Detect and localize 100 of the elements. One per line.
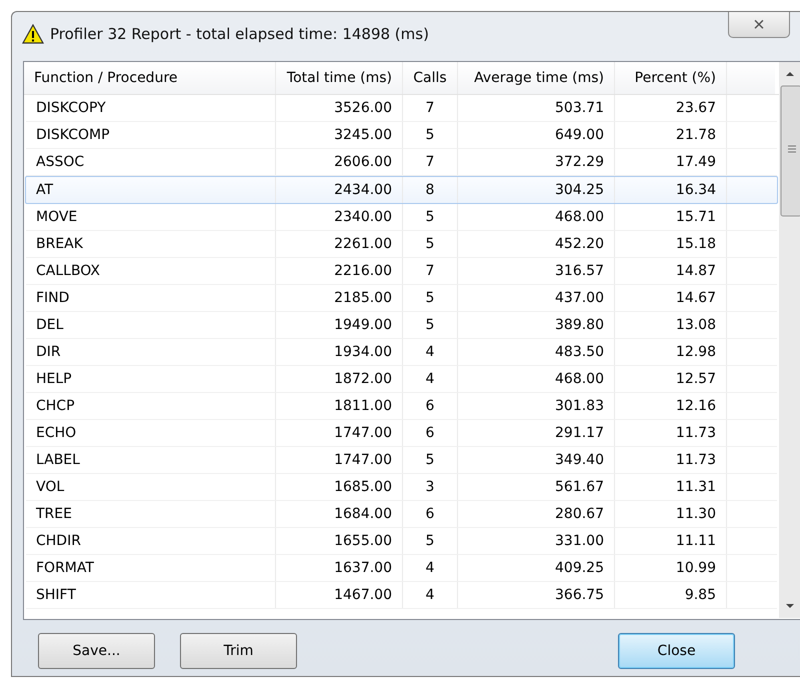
table-cell: SHIFT (26, 582, 276, 608)
table-cell: 331.00 (458, 528, 615, 554)
table-row[interactable]: VOL 1685.00 3 561.67 11.31 (26, 474, 777, 501)
table-cell: 280.67 (458, 501, 615, 527)
table-cell: VOL (26, 474, 276, 500)
table-cell: 4 (403, 555, 458, 581)
table-row[interactable]: TREE 1684.00 6 280.67 11.30 (26, 501, 777, 528)
table-row[interactable]: ECHO 1747.00 6 291.17 11.73 (26, 420, 777, 447)
table-cell: 6 (403, 501, 458, 527)
table-cell: 13.08 (615, 312, 727, 338)
table-cell: 5 (403, 312, 458, 338)
column-header[interactable]: Percent (%) (615, 62, 727, 94)
table-cell: 349.40 (458, 447, 615, 473)
table-row[interactable]: DEL 1949.00 5 389.80 13.08 (26, 312, 777, 339)
table-cell: 14.67 (615, 285, 727, 311)
table-cell: 5 (403, 204, 458, 230)
table-cell: 12.98 (615, 339, 727, 365)
table-cell: 11.73 (615, 447, 727, 473)
table-cell: FORMAT (26, 555, 276, 581)
table-cell: 4 (403, 582, 458, 608)
selected-row[interactable]: AT 2434.00 8 304.25 16.34 (25, 176, 778, 204)
table-row[interactable]: HELP 1872.00 4 468.00 12.57 (26, 366, 777, 393)
column-header[interactable]: Total time (ms) (276, 62, 403, 94)
table-row[interactable]: DISKCOPY 3526.00 7 503.71 23.67 (26, 95, 777, 122)
table-cell: DISKCOPY (26, 95, 276, 121)
table-cell: TREE (26, 501, 276, 527)
save-button[interactable]: Save... (38, 633, 155, 669)
trim-button[interactable]: Trim (180, 633, 297, 669)
table-cell: 1747.00 (276, 420, 403, 446)
table-row[interactable]: SHIFT 1467.00 4 366.75 9.85 (26, 582, 777, 609)
table-row[interactable]: LABEL 1747.00 5 349.40 11.73 (26, 447, 777, 474)
table-row[interactable]: FORMAT 1637.00 4 409.25 10.99 (26, 555, 777, 582)
table-cell: CHCP (26, 393, 276, 419)
table-cell: 6 (403, 393, 458, 419)
table-cell: BREAK (26, 231, 276, 257)
table-cell: 3 (403, 474, 458, 500)
table-cell: 7 (403, 149, 458, 175)
table-cell: 9.85 (615, 582, 727, 608)
table-cell: 483.50 (458, 339, 615, 365)
table-row[interactable]: DISKCOMP 3245.00 5 649.00 21.78 (26, 122, 777, 149)
table-cell: 2606.00 (276, 149, 403, 175)
table-cell: MOVE (26, 204, 276, 230)
warning-icon (22, 24, 44, 44)
table-cell: 1684.00 (276, 501, 403, 527)
table-cell: 503.71 (458, 95, 615, 121)
table-row[interactable]: BREAK 2261.00 5 452.20 15.18 (26, 231, 777, 258)
column-header[interactable]: Function / Procedure (24, 62, 276, 94)
table-cell: DISKCOMP (26, 122, 276, 148)
table-cell: 17.49 (615, 149, 727, 175)
table-cell: 5 (403, 122, 458, 148)
table-cell: 2185.00 (276, 285, 403, 311)
table-cell: 304.25 (458, 177, 615, 203)
table-cell: 11.73 (615, 420, 727, 446)
table-cell: 561.67 (458, 474, 615, 500)
table-row[interactable]: DIR 1934.00 4 483.50 12.98 (26, 339, 777, 366)
table-cell: 3245.00 (276, 122, 403, 148)
table-cell: 5 (403, 231, 458, 257)
close-button[interactable]: Close (618, 633, 735, 669)
window-title: Profiler 32 Report - total elapsed time: 14898 (ms) (50, 25, 429, 43)
table-cell: 12.57 (615, 366, 727, 392)
table-row[interactable]: MOVE 2340.00 5 468.00 15.71 (26, 204, 777, 231)
table-cell: 452.20 (458, 231, 615, 257)
table-cell: DEL (26, 312, 276, 338)
table-cell: 4 (403, 339, 458, 365)
table-cell: 23.67 (615, 95, 727, 121)
table-cell: 1655.00 (276, 528, 403, 554)
table-row[interactable]: CALLBOX 2216.00 7 316.57 14.87 (26, 258, 777, 285)
table-cell: DIR (26, 339, 276, 365)
table-cell: 10.99 (615, 555, 727, 581)
table-cell: 7 (403, 258, 458, 284)
table-cell: 11.30 (615, 501, 727, 527)
table-cell: 1747.00 (276, 447, 403, 473)
table-cell: AT (26, 177, 276, 203)
table-cell: 1811.00 (276, 393, 403, 419)
table-cell: 11.31 (615, 474, 727, 500)
table-cell: 301.83 (458, 393, 615, 419)
table-cell: LABEL (26, 447, 276, 473)
table-row[interactable]: FIND 2185.00 5 437.00 14.67 (26, 285, 777, 312)
table-cell: 5 (403, 285, 458, 311)
close-button[interactable]: × (728, 12, 790, 38)
table-cell: 2340.00 (276, 204, 403, 230)
table-cell: 5 (403, 447, 458, 473)
column-header[interactable]: Calls (403, 62, 458, 94)
table-cell: 8 (403, 177, 458, 203)
table-cell: 2261.00 (276, 231, 403, 257)
table-cell: 366.75 (458, 582, 615, 608)
column-header[interactable]: Average time (ms) (458, 62, 615, 94)
table-cell: 1934.00 (276, 339, 403, 365)
table-cell: FIND (26, 285, 276, 311)
table-cell: 21.78 (615, 122, 727, 148)
table-cell: 649.00 (458, 122, 615, 148)
table-row[interactable]: CHDIR 1655.00 5 331.00 11.11 (26, 528, 777, 555)
table-cell: 2434.00 (276, 177, 403, 203)
table-cell: ECHO (26, 420, 276, 446)
table-row[interactable]: CHCP 1811.00 6 301.83 12.16 (26, 393, 777, 420)
table-cell: 1949.00 (276, 312, 403, 338)
table-cell: 11.11 (615, 528, 727, 554)
table-cell: 1872.00 (276, 366, 403, 392)
table-cell: 12.16 (615, 393, 727, 419)
table-cell: CALLBOX (26, 258, 276, 284)
